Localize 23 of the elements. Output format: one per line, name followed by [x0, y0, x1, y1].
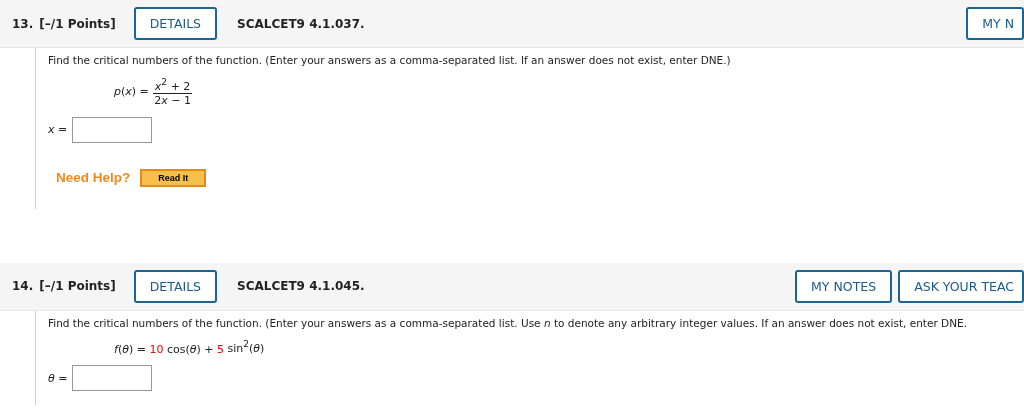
- fraction-numerator: x$^{2}$ + 2: [152, 76, 193, 94]
- header-button[interactable]: MY NOTES: [795, 269, 893, 303]
- read-it-button[interactable]: Read It: [140, 168, 207, 187]
- details-button[interactable]: DETAILS: [133, 7, 218, 40]
- answer-field[interactable]: [72, 365, 153, 392]
- answer-field[interactable]: [72, 116, 153, 143]
- fraction-denominator: 2x − 1: [154, 93, 191, 107]
- details-button[interactable]: DETAILS: [133, 269, 218, 303]
- problem-code: SCALCET9 4.1.045.: [237, 279, 365, 294]
- function-formula: f(θ) = 10 cos(θ) + 5 sin$^{2}$(θ): [114, 338, 266, 356]
- header-button[interactable]: ASK YOUR TEAC: [898, 269, 1024, 303]
- function-name: p(x) =: [114, 84, 149, 98]
- header-button[interactable]: MY N: [966, 7, 1024, 40]
- instruction-text: Find the critical numbers of the function. (Enter your answers as a comma-separated list. If an answer does not exist, enter DNE.): [48, 54, 732, 66]
- answer-label: x =: [48, 123, 68, 137]
- points-label: [–/1 Points]: [39, 279, 116, 294]
- instruction-text: Find the critical numbers of the function. (Enter your answers as a comma-separated list. Use n to denote any arbitrary integer values. If an answer does not exist, enter DNE.: [48, 316, 968, 329]
- question-number: 13.: [12, 16, 34, 31]
- problem-code: SCALCET9 4.1.037.: [237, 16, 365, 31]
- question-number: 14.: [12, 279, 34, 294]
- need-help-label: Need Help?: [56, 170, 131, 186]
- answer-label: θ =: [48, 371, 68, 385]
- points-label: [–/1 Points]: [39, 16, 116, 31]
